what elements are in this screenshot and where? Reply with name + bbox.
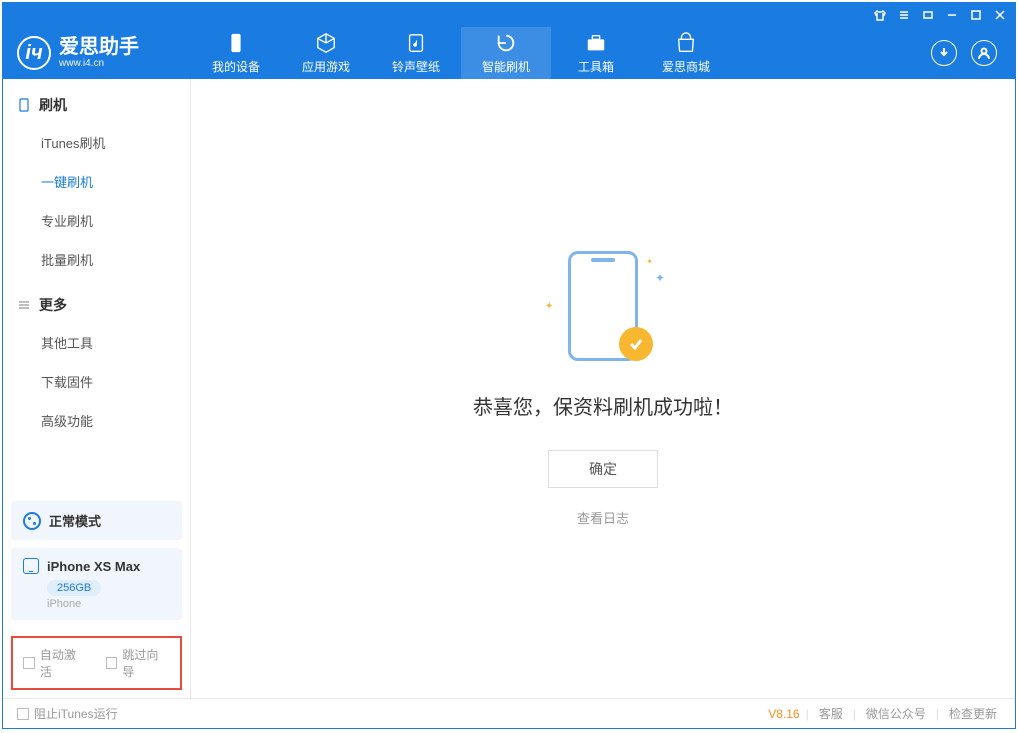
footer-link-wechat[interactable]: 微信公众号 [862,705,930,722]
sidebar-group-more: 更多 [3,279,190,323]
tab-my-device[interactable]: 我的设备 [191,27,281,79]
download-button[interactable] [931,40,957,66]
sidebar-item-other-tools[interactable]: 其他工具 [3,323,190,362]
refresh-icon [495,32,517,54]
checkbox-label: 跳过向导 [122,646,170,680]
maximize-icon[interactable] [969,8,983,22]
device-mode: 正常模式 [49,511,101,530]
tab-label: 爱思商城 [662,58,710,75]
device-type: iPhone [47,598,170,610]
titlebar [3,3,1015,27]
phone-icon [17,98,31,112]
ok-button[interactable]: 确定 [548,450,658,488]
checkbox-icon [23,657,35,669]
sidebar-item-itunes-flash[interactable]: iTunes刷机 [3,123,190,162]
device-icon [225,32,247,54]
checkbox-icon [106,657,118,669]
sidebar: 刷机 iTunes刷机 一键刷机 专业刷机 批量刷机 更多 其他工具 下载固件 … [3,79,191,698]
sidebar-item-oneclick-flash[interactable]: 一键刷机 [3,162,190,201]
tab-label: 工具箱 [578,58,614,75]
group-title: 更多 [39,295,67,315]
sidebar-item-pro-flash[interactable]: 专业刷机 [3,201,190,240]
sidebar-group-flash: 刷机 [3,79,190,123]
list-icon [17,298,31,312]
sparkle-icon: ✦ [545,301,553,312]
highlighted-checks-box: 自动激活 跳过向导 [11,636,182,690]
sidebar-item-advanced[interactable]: 高级功能 [3,401,190,440]
tab-smart-flash[interactable]: 智能刷机 [461,27,551,79]
tab-label: 智能刷机 [482,58,530,75]
store-icon [675,32,697,54]
rect-icon[interactable] [921,8,935,22]
device-capacity-badge: 256GB [47,580,101,596]
check-badge-icon [619,327,653,361]
tab-toolbox[interactable]: 工具箱 [551,27,641,79]
minimize-icon[interactable] [945,8,959,22]
tab-label: 铃声壁纸 [392,58,440,75]
checkbox-auto-activate[interactable]: 自动激活 [23,646,88,680]
cube-icon [315,32,337,54]
sidebar-item-batch-flash[interactable]: 批量刷机 [3,240,190,279]
checkbox-icon [17,708,29,720]
sparkle-icon: ✦ [646,257,653,266]
tab-apps-games[interactable]: 应用游戏 [281,27,371,79]
app-title: 爱思助手 [59,37,139,57]
menu-icon[interactable] [897,8,911,22]
logo-badge-icon: iч [17,36,51,70]
music-icon [405,32,427,54]
group-title: 刷机 [39,95,67,115]
mode-icon [23,512,41,530]
tab-store[interactable]: 爱思商城 [641,27,731,79]
footer-link-update[interactable]: 检查更新 [945,705,1001,722]
checkbox-label: 自动激活 [40,646,88,680]
toolbox-icon [585,32,607,54]
success-illustration: ✦ ✦ ✦ [533,251,673,371]
shirt-icon[interactable] [873,8,887,22]
footer-link-support[interactable]: 客服 [815,705,847,722]
tab-label: 应用游戏 [302,58,350,75]
app-logo: iч 爱思助手 www.i4.cn [17,27,191,79]
version-label: V8.16 [768,707,799,721]
close-icon[interactable] [993,8,1007,22]
footer: 阻止iTunes运行 V8.16 | 客服 | 微信公众号 | 检查更新 [3,698,1015,728]
success-message: 恭喜您，保资料刷机成功啦！ [473,391,733,420]
device-mode-box[interactable]: 正常模式 [11,501,182,540]
sidebar-item-download-firmware[interactable]: 下载固件 [3,362,190,401]
user-button[interactable] [971,40,997,66]
view-log-link[interactable]: 查看日志 [577,508,629,527]
main-content: ✦ ✦ ✦ 恭喜您，保资料刷机成功啦！ 确定 查看日志 [191,79,1015,698]
tab-ringtone-wallpaper[interactable]: 铃声壁纸 [371,27,461,79]
checkbox-skip-guide[interactable]: 跳过向导 [106,646,171,680]
sparkle-icon: ✦ [655,271,665,285]
header: iч 爱思助手 www.i4.cn 我的设备 应用游戏 铃声壁纸 智能刷机 [3,27,1015,79]
device-info-box[interactable]: iPhone XS Max 256GB iPhone [11,548,182,620]
app-subtitle: www.i4.cn [59,59,139,69]
device-name: iPhone XS Max [47,559,140,574]
phone-icon [23,558,39,574]
checkbox-label: 阻止iTunes运行 [34,705,118,722]
checkbox-block-itunes[interactable]: 阻止iTunes运行 [17,705,118,722]
tab-label: 我的设备 [212,58,260,75]
